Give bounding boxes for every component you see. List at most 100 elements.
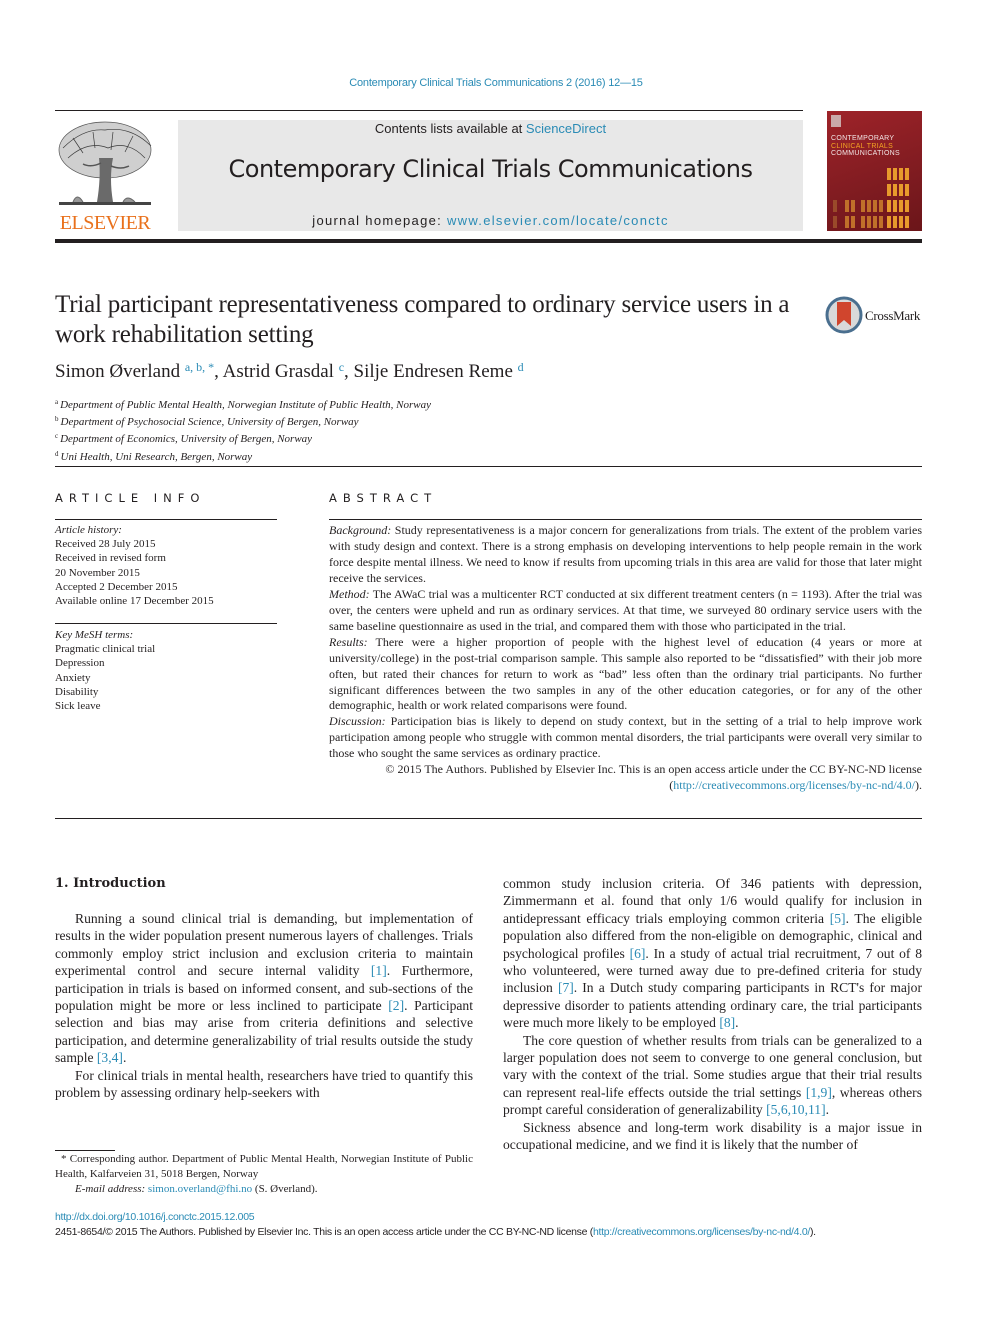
article-history: Article history: Received 28 July 2015 R…	[55, 523, 214, 608]
abstract-discussion: Discussion: Participation bias is likely…	[329, 714, 922, 762]
keyword-item[interactable]: Disability	[55, 685, 155, 699]
crossmark-icon	[825, 296, 863, 334]
affiliation-key: b	[55, 415, 59, 424]
email-link[interactable]: simon.overland@fhi.no	[148, 1183, 252, 1195]
abstract-end-rule	[55, 818, 922, 819]
history-item: Accepted 2 December 2015	[55, 580, 178, 593]
history-item: 20 November 2015	[55, 566, 140, 579]
homepage-prefix: journal homepage:	[312, 213, 447, 228]
citation-link[interactable]: [1]	[371, 963, 387, 978]
elsevier-wordmark: ELSEVIER	[59, 212, 151, 234]
abstract-body: Background: Study representativeness is …	[329, 523, 922, 794]
issn-text: 2451-8654/© 2015 The Authors. Published …	[55, 1226, 593, 1238]
body-text: Sickness absence and long-term work disa…	[503, 1119, 922, 1153]
affiliation-list: a Department of Public Mental Health, Nor…	[55, 395, 431, 464]
cover-title-line-3: COMMUNICATIONS	[831, 150, 901, 157]
history-item: Available online 17 December 2015	[55, 595, 214, 608]
cover-title-line-1: CONTEMPORARY	[831, 135, 895, 142]
abstract-section-text: There were a higher proportion of people…	[329, 634, 922, 713]
keyword-item[interactable]: Depression	[55, 656, 155, 670]
contents-prefix: Contents lists available at	[374, 121, 526, 136]
abstract-section-text: The AWaC trial was a multicenter RCT con…	[329, 586, 922, 633]
keyword-item[interactable]: Sick leave	[55, 699, 155, 713]
email-line: E-mail address: simon.overland@fhi.no (S…	[55, 1182, 473, 1197]
journal-cover[interactable]: CONTEMPORARY CLINICAL TRIALS COMMUNICATI…	[827, 111, 922, 231]
journal-title: Contemporary Clinical Trials Communicati…	[228, 155, 753, 183]
cover-title: CONTEMPORARY CLINICAL TRIALS COMMUNICATI…	[831, 135, 900, 158]
article-history-label: Article history:	[55, 524, 122, 536]
author-name[interactable]: Silje Endresen Reme	[354, 361, 513, 382]
cover-people-icon	[833, 168, 909, 228]
license-link[interactable]: http://creativecommons.org/licenses/by-n…	[673, 778, 915, 792]
footnote-rule	[55, 1150, 115, 1151]
affiliation-item: b Department of Psychosocial Science, Uni…	[55, 412, 431, 429]
citation-link[interactable]: [1,9]	[806, 1085, 832, 1100]
cover-title-line-2: CLINICAL TRIALS	[831, 142, 894, 150]
body-paragraph: The core question of whether results fro…	[503, 1032, 922, 1119]
abstract-section-label: Discussion:	[329, 714, 386, 729]
author-name[interactable]: Simon Øverland	[55, 361, 180, 382]
body-text: .	[825, 1102, 830, 1118]
citation-link[interactable]: [3,4]	[97, 1050, 123, 1065]
affiliation-text: Department of Psychosocial Science, Univ…	[60, 416, 359, 429]
citation-link[interactable]: [7]	[558, 980, 574, 995]
abstract-results: Results: There were a higher proportion …	[329, 635, 922, 715]
top-rule	[55, 110, 803, 111]
crossmark-label: CrossMark	[865, 308, 921, 323]
running-head[interactable]: Contemporary Clinical Trials Communicati…	[0, 77, 992, 89]
article-title: Trial participant representativeness com…	[55, 291, 790, 348]
author-affiliation-marker[interactable]: a, b, *	[185, 360, 214, 374]
article-info-heading: ARTICLE INFO	[55, 491, 206, 505]
bottom-license-link[interactable]: http://creativecommons.org/licenses/by-n…	[593, 1226, 810, 1238]
abstract-method: Method: The AWaC trial was a multicenter…	[329, 587, 922, 635]
article-info-rule	[55, 519, 277, 520]
body-paragraph: common study inclusion criteria. Of 346 …	[503, 875, 922, 1032]
elsevier-logo[interactable]: ELSEVIER	[53, 118, 157, 233]
corresponding-author-footnote: * Corresponding author. Department of Pu…	[55, 1152, 473, 1197]
section-heading-introduction: 1. Introduction	[55, 876, 166, 891]
abstract-section-text: Participation bias is likely to depend o…	[329, 714, 922, 761]
citation-link[interactable]: [6]	[630, 946, 646, 961]
copyright-end: ).	[915, 778, 922, 793]
affiliation-item: d Uni Health, Uni Research, Bergen, Norwa…	[55, 447, 431, 464]
elsevier-tree-icon	[58, 121, 152, 205]
keyword-item[interactable]: Pragmatic clinical trial	[55, 642, 155, 656]
affiliation-text: Uni Health, Uni Research, Bergen, Norway	[60, 450, 253, 463]
abstract-section-text: Study representativeness is a major conc…	[329, 523, 922, 585]
body-paragraph: Running a sound clinical trial is demand…	[55, 910, 473, 1067]
author-affiliation-marker[interactable]: c	[339, 360, 344, 374]
affiliation-key: a	[55, 398, 59, 406]
author-list: Simon Øverland a, b, *, Astrid Grasdal c…	[55, 360, 524, 382]
citation-link[interactable]: [2]	[388, 998, 404, 1013]
email-suffix: (S. Øverland).	[252, 1183, 318, 1195]
contents-line: Contents lists available at ScienceDirec…	[178, 121, 803, 136]
citation-link[interactable]: [5,6,10,11]	[766, 1102, 826, 1117]
homepage-link[interactable]: www.elsevier.com/locate/conctc	[447, 213, 669, 228]
author-name[interactable]: Astrid Grasdal	[223, 361, 334, 382]
crossmark-button[interactable]: CrossMark	[825, 296, 925, 336]
keyword-item[interactable]: Anxiety	[55, 671, 155, 685]
history-item: Received 28 July 2015	[55, 538, 156, 551]
sciencedirect-link[interactable]: ScienceDirect	[526, 121, 606, 136]
keyword-list: Key MeSH terms: Pragmatic clinical trial…	[55, 628, 155, 713]
abstract-heading: ABSTRACT	[329, 491, 438, 505]
body-text: .	[735, 1015, 739, 1031]
abstract-background: Background: Study representativeness is …	[329, 523, 922, 587]
keywords-label: Key MeSH terms:	[55, 629, 134, 641]
citation-link[interactable]: [8]	[719, 1015, 735, 1030]
body-paragraph: For clinical trials in mental health, re…	[55, 1067, 473, 1102]
keywords-rule	[55, 623, 277, 624]
masthead-rule	[55, 239, 922, 243]
issn-end: ).	[809, 1226, 816, 1238]
abstract-section-label: Method:	[329, 586, 370, 601]
abstract-section-label: Background:	[329, 523, 392, 537]
affiliation-item: a Department of Public Mental Health, Nor…	[55, 395, 431, 412]
title-block-rule	[55, 466, 922, 467]
citation-link[interactable]: [5]	[830, 911, 846, 926]
affiliation-item: c Department of Economics, University of …	[55, 429, 431, 446]
body-text: For clinical trials in mental health, re…	[55, 1067, 473, 1101]
doi-link[interactable]: http://dx.doi.org/10.1016/j.conctc.2015.…	[55, 1211, 255, 1223]
author-affiliation-marker[interactable]: d	[518, 360, 524, 374]
history-item: Received in revised form	[55, 552, 166, 565]
homepage-line: journal homepage: www.elsevier.com/locat…	[178, 213, 803, 228]
